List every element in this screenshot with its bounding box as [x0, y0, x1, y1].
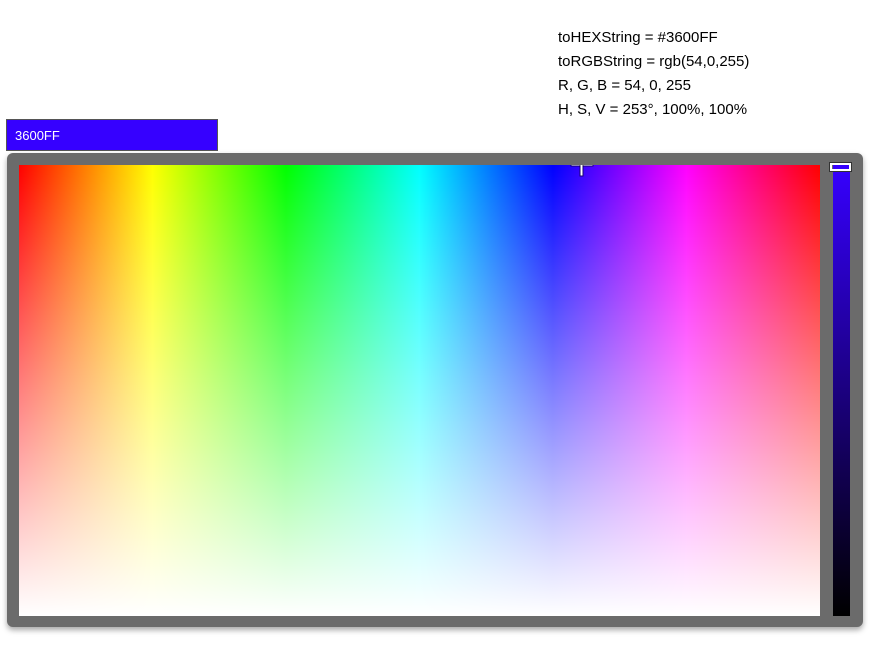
hue-saturation-pad[interactable] — [19, 165, 820, 616]
hsv-values-readout: H, S, V = 253°, 100%, 100% — [558, 101, 748, 118]
crosshair-vertical-line — [580, 165, 583, 176]
color-picker-popup — [7, 153, 863, 627]
color-info-panel: toHEXString = #3600FF toRGBString = rgb(… — [558, 26, 749, 122]
rgb-string-readout: toRGBString = rgb(54,0,255) — [558, 53, 750, 70]
crosshair-horizontal-line — [571, 165, 593, 166]
rgb-values-readout: R, G, B = 54, 0, 255 — [558, 77, 691, 94]
hex-string-readout: toHEXString = #3600FF — [558, 29, 718, 46]
color-hex-input[interactable] — [6, 119, 218, 151]
slider-handle[interactable] — [830, 163, 851, 171]
crosshair-icon[interactable] — [571, 165, 593, 176]
value-slider[interactable] — [830, 163, 851, 616]
